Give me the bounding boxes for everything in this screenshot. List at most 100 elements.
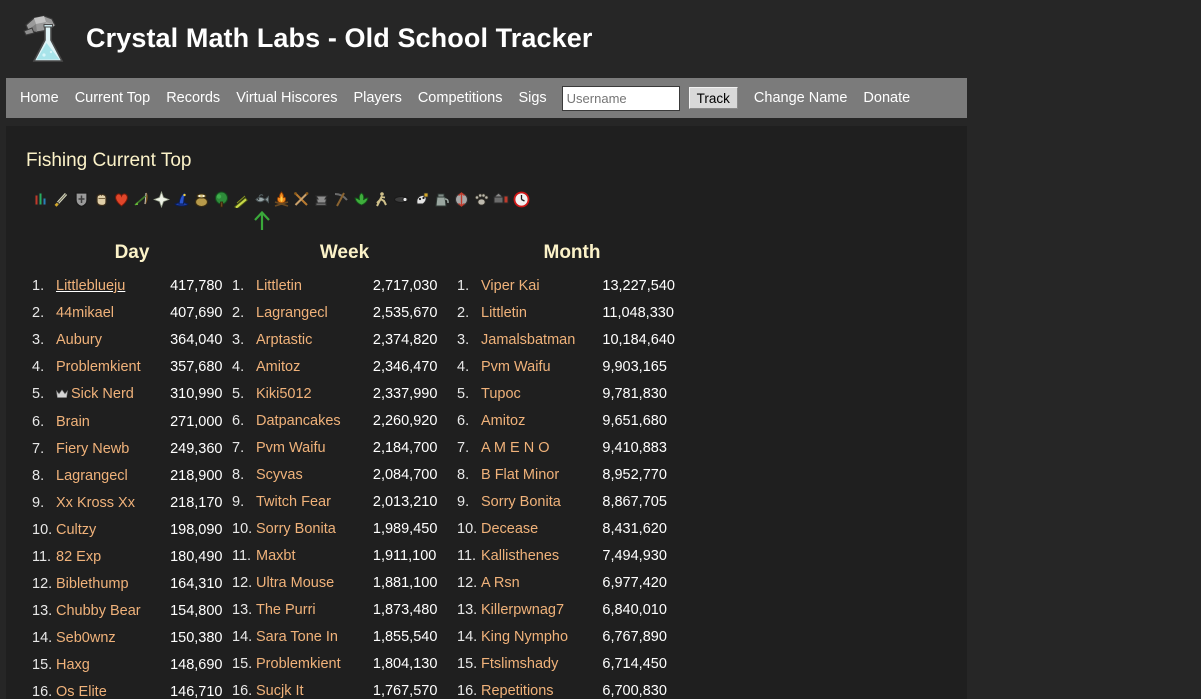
player-link[interactable]: Sorry Bonita: [481, 494, 561, 510]
player-link[interactable]: Sucjk It: [256, 683, 304, 699]
ehp-icon[interactable]: [512, 190, 530, 208]
nav-records[interactable]: Records: [166, 90, 220, 106]
player-link[interactable]: Ultra Mouse: [256, 575, 334, 591]
player-link[interactable]: The Purri: [256, 602, 316, 618]
nav-change-name[interactable]: Change Name: [754, 90, 848, 106]
player-link[interactable]: Repetitions: [481, 683, 554, 699]
woodcutting-icon[interactable]: [212, 190, 230, 208]
player-link[interactable]: Aubury: [56, 332, 102, 348]
slayer-icon[interactable]: [412, 190, 430, 208]
player-link[interactable]: Viper Kai: [481, 278, 540, 294]
mining-icon[interactable]: [332, 190, 350, 208]
username-input[interactable]: [561, 85, 680, 111]
player-link[interactable]: Biblethump: [56, 576, 129, 592]
player-link[interactable]: Littletin: [256, 278, 302, 294]
smithing-icon[interactable]: [312, 190, 330, 208]
magic-icon[interactable]: [172, 190, 190, 208]
player-link[interactable]: Xx Kross Xx: [56, 495, 135, 511]
attack-icon[interactable]: [52, 190, 70, 208]
player-link[interactable]: Arptastic: [256, 332, 312, 348]
xp-value: 407,690: [170, 305, 223, 321]
leaderboard-row: 5. Tupoc 9,781,830: [457, 386, 687, 413]
player-link[interactable]: Kallisthenes: [481, 548, 559, 564]
leaderboard-table-week: 1. Littletin 2,717,030 2. Lagrangecl 2,535,67…: [232, 278, 457, 699]
site-title: Crystal Math Labs - Old School Tracker: [86, 22, 593, 53]
crafting-icon[interactable]: [292, 190, 310, 208]
player-link[interactable]: Lagrangecl: [256, 305, 328, 321]
player-link[interactable]: Littletin: [481, 305, 527, 321]
player-link[interactable]: Killerpwnag7: [481, 602, 564, 618]
leaderboard-body-month: 1. Viper Kai 13,227,540 2. Littletin 11,048,3…: [457, 278, 687, 699]
nav-home[interactable]: Home: [20, 90, 59, 106]
nav-competitions[interactable]: Competitions: [418, 90, 503, 106]
player-link[interactable]: Amitoz: [481, 413, 525, 429]
player-link[interactable]: Cultzy: [56, 522, 96, 538]
player-link[interactable]: Chubby Bear: [56, 603, 141, 619]
player-link[interactable]: Problemkient: [256, 656, 341, 672]
player-link[interactable]: Amitoz: [256, 359, 300, 375]
farming-icon[interactable]: [432, 190, 450, 208]
player-name-cell: King Nympho: [481, 629, 588, 656]
player-link[interactable]: Jamalsbatman: [481, 332, 575, 348]
player-link[interactable]: 82 Exp: [56, 549, 101, 565]
player-name-cell: Brain: [56, 414, 152, 441]
hunter-icon[interactable]: [472, 190, 490, 208]
rank-number: 10.: [457, 521, 478, 537]
player-link[interactable]: Seb0wnz: [56, 630, 116, 646]
nav-donate[interactable]: Donate: [863, 90, 910, 106]
herblore-icon[interactable]: [352, 190, 370, 208]
prayer-icon[interactable]: [152, 190, 170, 208]
player-link[interactable]: 44mikael: [56, 305, 114, 321]
ranged-icon[interactable]: [132, 190, 150, 208]
agility-icon[interactable]: [372, 190, 390, 208]
nav-players[interactable]: Players: [353, 90, 401, 106]
cooking-icon[interactable]: [192, 190, 210, 208]
player-link[interactable]: Littleblueju: [56, 278, 125, 294]
rank-number: 5.: [232, 386, 245, 402]
player-link[interactable]: Os Elite: [56, 684, 107, 699]
player-link[interactable]: Haxg: [56, 657, 90, 673]
player-link[interactable]: B Flat Minor: [481, 467, 559, 483]
construction-icon[interactable]: [492, 190, 510, 208]
fishing-icon[interactable]: [252, 190, 270, 208]
nav-virtual-hiscores[interactable]: Virtual Hiscores: [236, 90, 337, 106]
player-link[interactable]: Ftslimshady: [481, 656, 558, 672]
player-link[interactable]: Tupoc: [481, 386, 521, 402]
xp-value: 9,651,680: [602, 413, 667, 429]
player-link[interactable]: Kiki5012: [256, 386, 312, 402]
player-link[interactable]: A M E N O: [481, 440, 550, 456]
track-button[interactable]: Track: [688, 87, 738, 109]
player-link[interactable]: Brain: [56, 414, 90, 430]
player-link[interactable]: Datpancakes: [256, 413, 341, 429]
player-link[interactable]: Sorry Bonita: [256, 521, 336, 537]
fletching-icon[interactable]: [232, 190, 250, 208]
board-title-week: Week: [319, 242, 370, 263]
player-link[interactable]: A Rsn: [481, 575, 520, 591]
rank-number: 10.: [232, 521, 253, 537]
overall-icon[interactable]: [32, 190, 50, 208]
player-link[interactable]: Pvm Waifu: [481, 359, 551, 375]
hitpoints-icon[interactable]: [112, 190, 130, 208]
rank-number: 5.: [457, 386, 470, 402]
player-link[interactable]: Lagrangecl: [56, 468, 128, 484]
player-link[interactable]: Fiery Newb: [56, 441, 129, 457]
nav-sigs[interactable]: Sigs: [518, 90, 546, 106]
firemaking-icon[interactable]: [272, 190, 290, 208]
player-link[interactable]: Decease: [481, 521, 538, 537]
strength-icon[interactable]: [92, 190, 110, 208]
leaderboard-row: 1. Littletin 2,717,030: [232, 278, 457, 305]
defence-icon[interactable]: [72, 190, 90, 208]
leaderboard-body-day: 1. Littleblueju 417,780 2. 44mikael 407,690 3.…: [32, 278, 232, 699]
runecrafting-icon[interactable]: [452, 190, 470, 208]
thieving-icon[interactable]: [392, 190, 410, 208]
player-link[interactable]: Problemkient: [56, 359, 141, 375]
player-link[interactable]: King Nympho: [481, 629, 568, 645]
player-link[interactable]: Maxbt: [256, 548, 296, 564]
player-link[interactable]: Pvm Waifu: [256, 440, 326, 456]
xp-value: 148,690: [170, 657, 223, 673]
player-link[interactable]: Twitch Fear: [256, 494, 331, 510]
player-link[interactable]: Sara Tone In: [256, 629, 338, 645]
nav-current-top[interactable]: Current Top: [75, 90, 151, 106]
player-link[interactable]: Sick Nerd: [71, 386, 134, 402]
player-link[interactable]: Scyvas: [256, 467, 303, 483]
